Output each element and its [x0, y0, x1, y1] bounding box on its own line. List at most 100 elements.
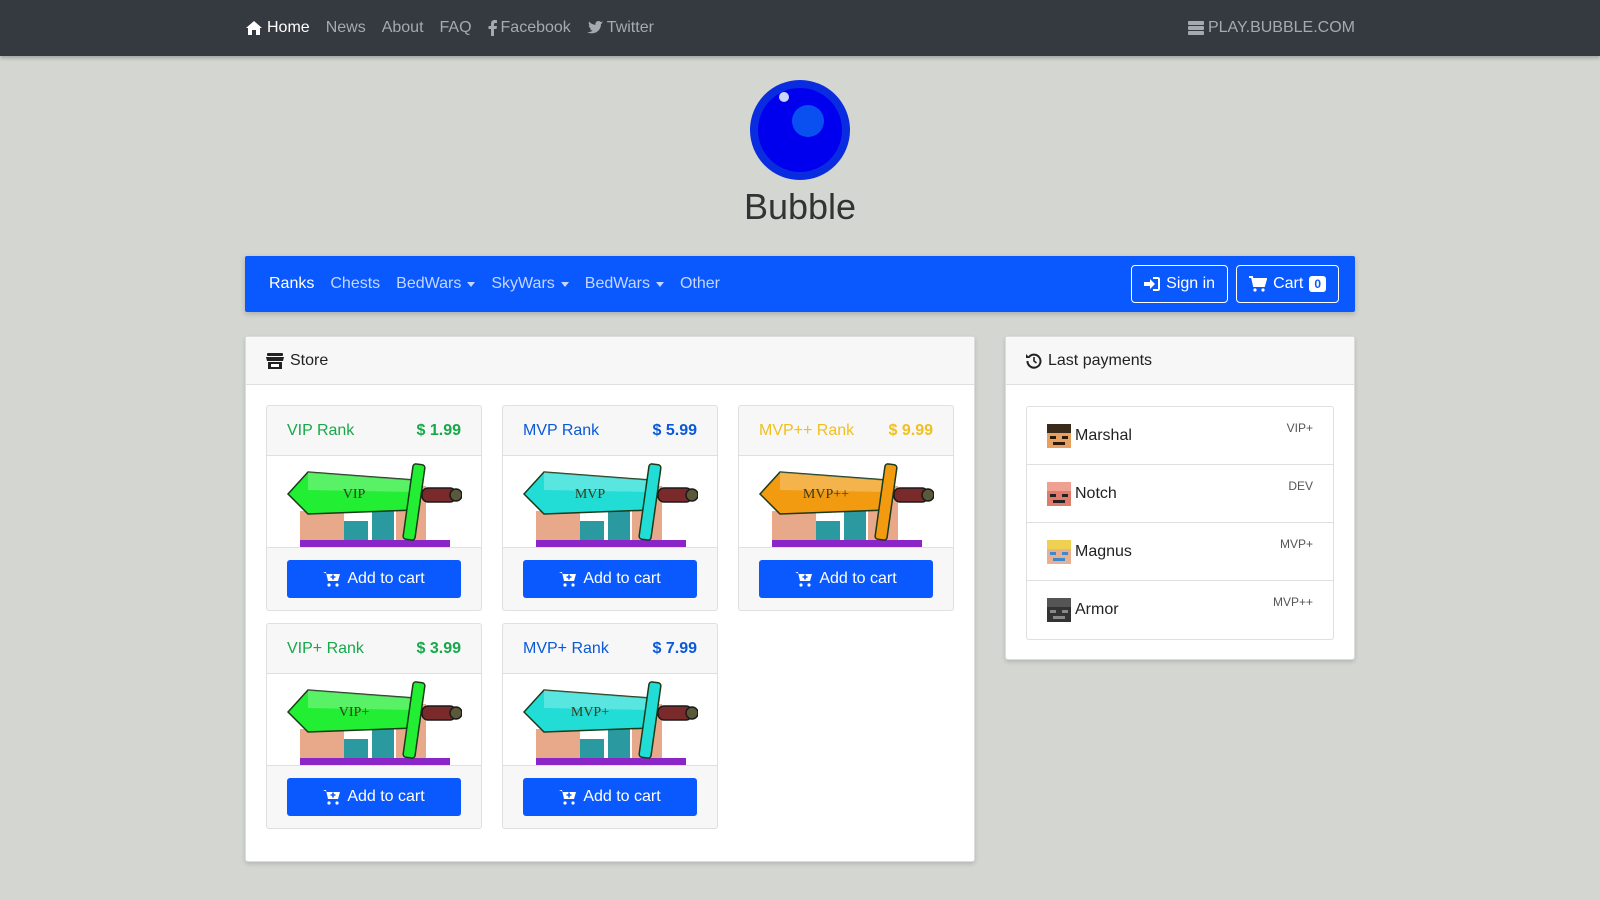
server-address[interactable]: PLAY.BUBBLE.COM — [1187, 19, 1355, 37]
store-nav-skywars-label: SkyWars — [491, 275, 555, 292]
nav-home[interactable]: Home — [245, 19, 310, 37]
cart-plus-icon — [795, 571, 813, 587]
product-name: VIP Rank — [287, 421, 355, 439]
store-nav-bedwars-label: BedWars — [396, 275, 462, 292]
add-to-cart-button[interactable]: Add to cart — [759, 560, 933, 598]
add-to-cart-button[interactable]: Add to cart — [287, 778, 461, 816]
product-price: $ 5.99 — [652, 421, 697, 439]
product-header: MVP Rank $ 5.99 — [503, 406, 717, 456]
add-to-cart-label: Add to cart — [583, 788, 661, 805]
player-avatar — [1047, 598, 1071, 622]
add-to-cart-button[interactable]: Add to cart — [523, 778, 697, 816]
product-image: MVP+ — [503, 674, 717, 766]
nav-faq[interactable]: FAQ — [440, 19, 472, 37]
sword-text: MVP+ — [571, 705, 609, 720]
product-price: $ 9.99 — [888, 421, 933, 439]
product-card: VIP Rank $ 1.99 VIP Add to cart — [266, 405, 482, 611]
add-to-cart-label: Add to cart — [583, 570, 661, 587]
store-icon — [266, 352, 284, 369]
product-name: MVP++ Rank — [759, 421, 855, 439]
sign-in-icon — [1144, 277, 1161, 291]
product-card: VIP+ Rank $ 3.99 VIP+ Add to cart — [266, 623, 482, 829]
product-image: VIP — [267, 456, 481, 548]
cart-count-badge: 0 — [1309, 276, 1326, 292]
caret-down-icon — [560, 281, 569, 287]
store-nav-bedwars2-label: BedWars — [584, 275, 650, 292]
product-name: MVP Rank — [523, 421, 600, 439]
cart-icon — [1249, 276, 1268, 292]
sign-in-label: Sign in — [1166, 275, 1216, 292]
player-name: Armor — [1075, 601, 1119, 618]
add-to-cart-label: Add to cart — [819, 570, 897, 587]
nav-news[interactable]: News — [326, 19, 366, 37]
player-name: Magnus — [1075, 542, 1132, 560]
add-to-cart-button[interactable]: Add to cart — [523, 560, 697, 598]
product-card: MVP Rank $ 5.99 MVP Add to cart — [502, 405, 718, 611]
store-card: Store VIP Rank $ 1.99 VIP Add to cart MVP Ra… — [245, 336, 975, 862]
sword-text: MVP — [575, 487, 606, 502]
server-icon — [1187, 21, 1204, 35]
caret-down-icon — [467, 281, 476, 287]
store-nav-other[interactable]: Other — [680, 275, 720, 293]
payment-row: Armor MVP++ — [1027, 581, 1333, 639]
store-nav-skywars-dropdown[interactable]: SkyWars — [491, 275, 569, 293]
player-rank: VIP+ — [1286, 421, 1313, 435]
product-price: $ 1.99 — [416, 421, 461, 439]
last-payments-card: Last payments Marshal VIP+ Notch DEV Magnus M… — [1005, 336, 1355, 660]
nav-home-label: Home — [267, 19, 310, 36]
last-payments-header: Last payments — [1006, 337, 1354, 385]
nav-facebook[interactable]: Facebook — [488, 19, 571, 37]
nav-about[interactable]: About — [382, 19, 424, 37]
cart-plus-icon — [559, 571, 577, 587]
server-address-label: PLAY.BUBBLE.COM — [1207, 19, 1355, 36]
sword-text: MVP++ — [803, 487, 849, 502]
player-rank: MVP+ — [1279, 537, 1313, 551]
nav-twitter-label: Twitter — [606, 19, 654, 36]
player-rank: MVP++ — [1272, 595, 1313, 609]
top-navbar: Home News About FAQ Facebook Twitter PLA… — [0, 0, 1600, 56]
product-name: MVP+ Rank — [523, 639, 609, 657]
sword-text: VIP+ — [339, 705, 370, 720]
product-header: MVP+ Rank $ 7.99 — [503, 624, 717, 674]
store-nav-ranks[interactable]: Ranks — [269, 275, 314, 293]
nav-twitter[interactable]: Twitter — [587, 19, 654, 37]
payment-row: Notch DEV — [1027, 465, 1333, 523]
cart-label: Cart — [1273, 275, 1304, 292]
store-title: Store — [290, 351, 329, 369]
twitter-icon — [587, 21, 603, 35]
store-navbar: Ranks Chests BedWars SkyWars BedWars Oth… — [245, 256, 1355, 312]
history-icon — [1026, 353, 1042, 369]
store-nav-chests[interactable]: Chests — [330, 275, 380, 293]
product-card: MVP+ Rank $ 7.99 MVP+ Add to cart — [502, 623, 718, 829]
bubble-logo — [750, 80, 850, 180]
cart-plus-icon — [323, 789, 341, 805]
player-avatar — [1047, 539, 1071, 564]
cart-button[interactable]: Cart 0 — [1236, 265, 1339, 303]
product-image: MVP — [503, 456, 717, 548]
product-image: VIP+ — [267, 674, 481, 766]
payment-row: Magnus MVP+ — [1027, 523, 1333, 581]
add-to-cart-button[interactable]: Add to cart — [287, 560, 461, 598]
cart-plus-icon — [323, 571, 341, 587]
payments-list: Marshal VIP+ Notch DEV Magnus MVP+ Armor MVP++ — [1026, 406, 1334, 640]
store-nav-bedwars-dropdown[interactable]: BedWars — [396, 275, 476, 293]
sword-text: VIP — [343, 487, 366, 502]
store-card-header: Store — [246, 337, 974, 385]
player-avatar — [1047, 423, 1071, 448]
product-price: $ 3.99 — [416, 639, 461, 657]
player-name: Marshal — [1075, 426, 1132, 444]
payment-row: Marshal VIP+ — [1027, 407, 1333, 465]
nav-facebook-label: Facebook — [500, 19, 571, 36]
brand-name: Bubble — [743, 186, 857, 227]
sign-in-button[interactable]: Sign in — [1131, 265, 1229, 303]
home-icon — [245, 20, 263, 36]
product-header: VIP+ Rank $ 3.99 — [267, 624, 481, 674]
store-nav-bedwars2-dropdown[interactable]: BedWars — [585, 275, 664, 293]
add-to-cart-label: Add to cart — [347, 788, 425, 805]
product-card: MVP++ Rank $ 9.99 MVP++ Add to cart — [738, 405, 954, 611]
player-name: Notch — [1075, 484, 1117, 502]
cart-plus-icon — [559, 789, 577, 805]
product-header: MVP++ Rank $ 9.99 — [739, 406, 953, 456]
product-name: VIP+ Rank — [287, 639, 364, 657]
last-payments-title: Last payments — [1048, 351, 1153, 369]
